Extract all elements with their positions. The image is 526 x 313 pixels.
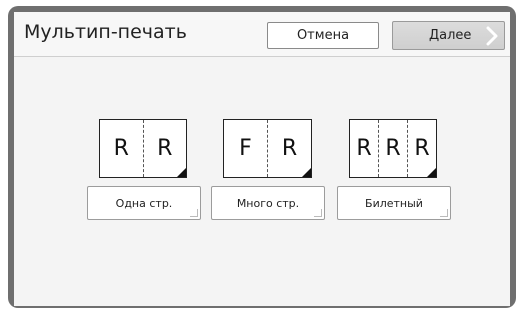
page-cell: R	[356, 136, 372, 161]
ticket-thumbnail: R R R	[349, 119, 437, 178]
multi-page-label: Много стр.	[236, 196, 300, 210]
page-cell: F	[239, 136, 252, 161]
single-page-button[interactable]: Одна стр.	[87, 186, 201, 220]
ticket-button[interactable]: Билетный	[337, 186, 451, 220]
chevron-right-icon	[486, 26, 498, 46]
page-fold-corner	[302, 168, 311, 177]
next-button-label: Далее	[429, 28, 472, 43]
cancel-button[interactable]: Отмена	[267, 22, 379, 49]
page-cell: R	[378, 120, 407, 177]
page-title: Мультип-печать	[24, 21, 187, 43]
multi-page-thumbnail: F R	[223, 119, 312, 178]
multi-page-button[interactable]: Много стр.	[211, 186, 325, 220]
ticket-label: Билетный	[365, 196, 423, 210]
page-fold-corner	[177, 168, 186, 177]
corner-grip-icon	[314, 209, 322, 217]
next-button[interactable]: Далее	[392, 21, 505, 50]
single-page-thumbnail: R R	[99, 119, 187, 178]
page-fold-corner	[427, 168, 436, 177]
corner-grip-icon	[190, 209, 198, 217]
dialog-body: Мультип-печать Отмена Далее R R Одна стр…	[14, 12, 510, 306]
page-cell: R	[113, 136, 129, 161]
corner-grip-icon	[440, 209, 448, 217]
single-page-label: Одна стр.	[115, 196, 173, 210]
dialog-header: Мультип-печать Отмена Далее	[14, 12, 510, 57]
